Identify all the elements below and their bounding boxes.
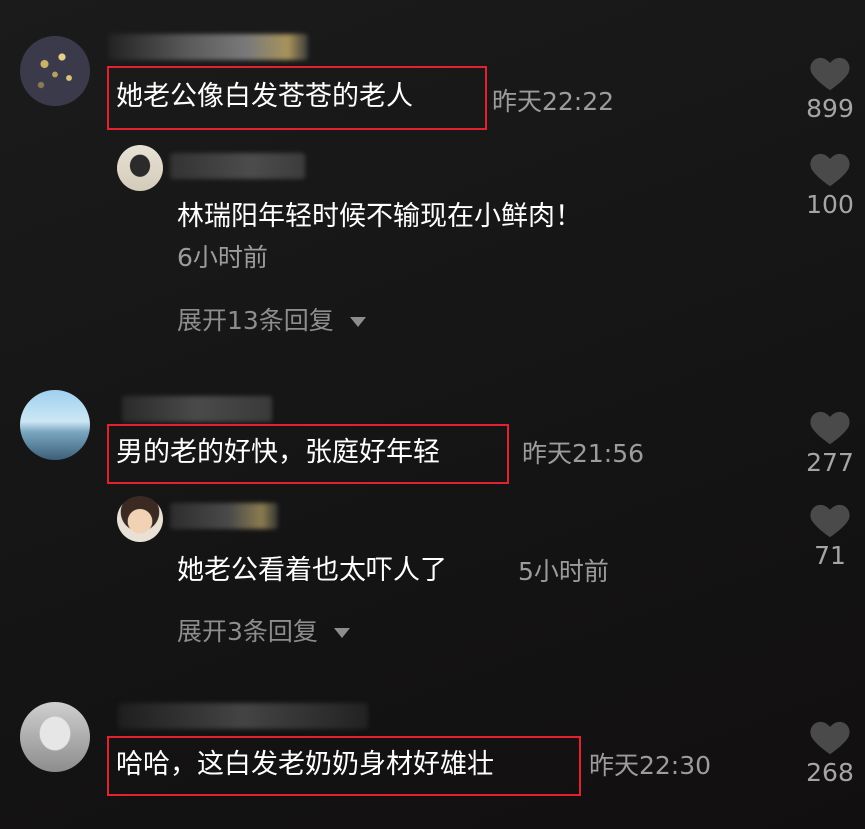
triangle-down-icon — [349, 317, 366, 327]
reply-text: 林瑞阳年轻时候不输现在小鲜肉！ — [177, 201, 582, 232]
comment-text: 男的老的好快，张庭好年轻 — [116, 437, 440, 468]
triangle-down-icon — [333, 628, 350, 638]
heart-icon — [810, 721, 850, 755]
avatar[interactable] — [117, 145, 163, 191]
like-count: 71 — [814, 541, 846, 570]
like-count: 899 — [806, 94, 854, 123]
heart-icon — [810, 57, 850, 91]
blurred-username[interactable] — [170, 503, 278, 529]
reply-text: 她老公看着也太吓人了 — [177, 555, 447, 586]
like-count: 277 — [806, 448, 854, 477]
like-button[interactable]: 268 — [800, 716, 860, 788]
blurred-username[interactable] — [122, 396, 272, 422]
reply-time: 5小时前 — [518, 557, 609, 586]
expand-label: 展开3条回复 — [177, 617, 318, 646]
like-button[interactable]: 277 — [800, 406, 860, 478]
heart-icon — [810, 504, 850, 538]
comment-list: 她老公像白发苍苍的老人 昨天22:22 899 林瑞阳年轻时候不输现在小鲜肉！ … — [0, 0, 865, 829]
avatar[interactable] — [20, 702, 90, 772]
comment-time: 昨天22:30 — [589, 751, 712, 780]
avatar[interactable] — [20, 390, 90, 460]
expand-replies[interactable]: 展开3条回复 — [177, 617, 350, 647]
like-button[interactable]: 71 — [800, 499, 860, 571]
comment-time: 昨天21:56 — [522, 439, 645, 468]
expand-label: 展开13条回复 — [177, 306, 334, 335]
expand-replies[interactable]: 展开13条回复 — [177, 306, 366, 336]
like-button[interactable]: 100 — [800, 148, 860, 220]
reply-time: 6小时前 — [177, 243, 268, 272]
like-count: 268 — [806, 758, 854, 787]
heart-icon — [810, 411, 850, 445]
blurred-username[interactable] — [118, 703, 368, 729]
comment-text: 她老公像白发苍苍的老人 — [116, 81, 413, 112]
like-count: 100 — [806, 190, 854, 219]
comment-time: 昨天22:22 — [492, 87, 615, 116]
avatar[interactable] — [20, 36, 90, 106]
like-button[interactable]: 899 — [800, 52, 860, 124]
blurred-username[interactable] — [170, 153, 305, 179]
comment-text: 哈哈，这白发老奶奶身材好雄壮 — [116, 749, 494, 780]
avatar[interactable] — [117, 496, 163, 542]
blurred-username[interactable] — [108, 34, 308, 60]
heart-icon — [810, 153, 850, 187]
